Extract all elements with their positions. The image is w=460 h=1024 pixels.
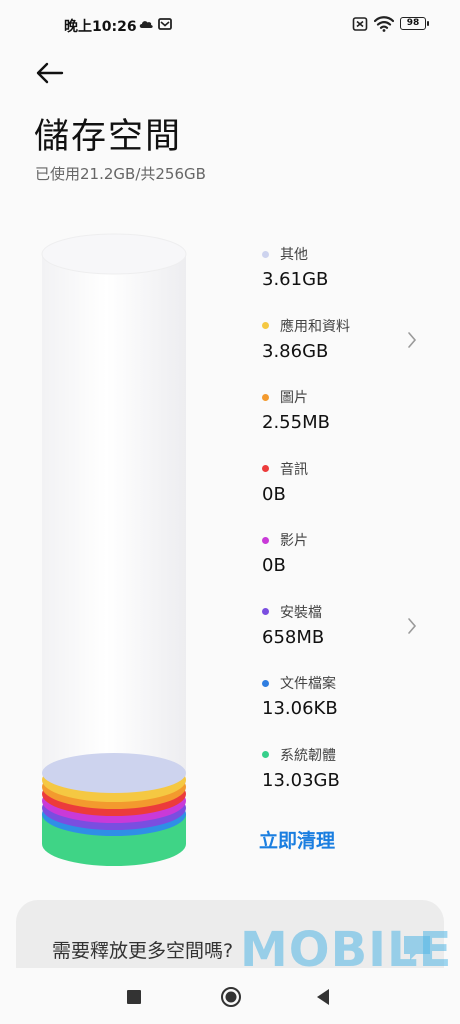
- category-size: 3.86GB: [262, 340, 329, 362]
- home-circle-icon[interactable]: [220, 986, 242, 1008]
- category-label-row: 安裝檔: [262, 601, 322, 623]
- category-label: 圖片: [280, 390, 308, 406]
- storage-category-item: 其他 3.61GB: [262, 243, 432, 303]
- chevron-right-icon[interactable]: [406, 329, 418, 351]
- cylinder-layer-other: [42, 753, 186, 793]
- storage-category-item: 圖片 2.55MB: [262, 386, 432, 446]
- recents-square-icon[interactable]: [127, 990, 141, 1004]
- category-label: 系統韌體: [280, 747, 336, 764]
- free-space-card-text: 需要釋放更多空間嗎?: [52, 940, 234, 962]
- storage-used-summary: 已使用21.2GB/共256GB: [35, 165, 206, 183]
- mail-icon: [158, 18, 172, 30]
- category-label: 文件檔案: [280, 676, 336, 692]
- storage-category-item: 音訊 0B: [262, 458, 432, 518]
- storage-category-item[interactable]: 安裝檔 658MB: [262, 601, 432, 661]
- category-label-row: 圖片: [262, 386, 308, 408]
- category-size: 3.61GB: [262, 269, 329, 290]
- category-size: 0B: [262, 555, 286, 576]
- page-title: 儲存空間: [34, 117, 183, 157]
- category-label-row: 音訊: [262, 458, 308, 480]
- storage-category-item[interactable]: 應用和資料 3.86GB: [262, 315, 432, 375]
- storage-category-item: 影片 0B: [262, 529, 432, 589]
- status-bar: 晚上10:26 98: [0, 0, 460, 50]
- category-label: 安裝檔: [280, 604, 322, 621]
- category-size: 2.55MB: [262, 412, 330, 433]
- cloud-icon: [139, 21, 153, 28]
- category-color-dot: [262, 536, 269, 544]
- clean-now-button[interactable]: 立即清理: [259, 826, 335, 853]
- category-color-dot: [262, 250, 269, 258]
- back-triangle-icon[interactable]: [314, 987, 332, 1007]
- category-size: 0B: [262, 483, 286, 505]
- category-color-dot: [262, 608, 269, 615]
- category-color-dot: [262, 751, 269, 758]
- category-label-row: 文件檔案: [262, 672, 336, 694]
- category-label: 音訊: [280, 461, 308, 478]
- category-size: 658MB: [262, 626, 325, 648]
- storage-category-item: 文件檔案 13.06KB: [262, 672, 432, 732]
- category-color-dot: [262, 679, 269, 687]
- storage-category-item: 系統韌體 13.03GB: [262, 744, 432, 804]
- category-size: 13.06KB: [262, 698, 338, 719]
- category-color-dot: [262, 465, 269, 472]
- category-label-row: 影片: [262, 529, 308, 551]
- category-label: 應用和資料: [280, 318, 350, 335]
- watermark-bubble-icon: [404, 936, 430, 960]
- back-arrow-icon[interactable]: [32, 58, 66, 88]
- system-nav-bar: [0, 968, 460, 1024]
- category-label: 影片: [280, 533, 308, 549]
- category-color-dot: [262, 393, 269, 401]
- chevron-right-icon[interactable]: [406, 615, 418, 637]
- wifi-icon: [374, 16, 394, 32]
- storage-cylinder-chart: [41, 233, 187, 866]
- status-time: 晚上10:26: [64, 19, 137, 35]
- category-label-row: 系統韌體: [262, 744, 336, 766]
- sim-off-icon: [352, 17, 368, 31]
- category-label: 其他: [280, 247, 308, 263]
- category-label-row: 其他: [262, 243, 308, 265]
- category-color-dot: [262, 322, 269, 329]
- category-size: 13.03GB: [262, 769, 340, 791]
- category-label-row: 應用和資料: [262, 315, 350, 337]
- battery-icon: 98: [400, 17, 429, 30]
